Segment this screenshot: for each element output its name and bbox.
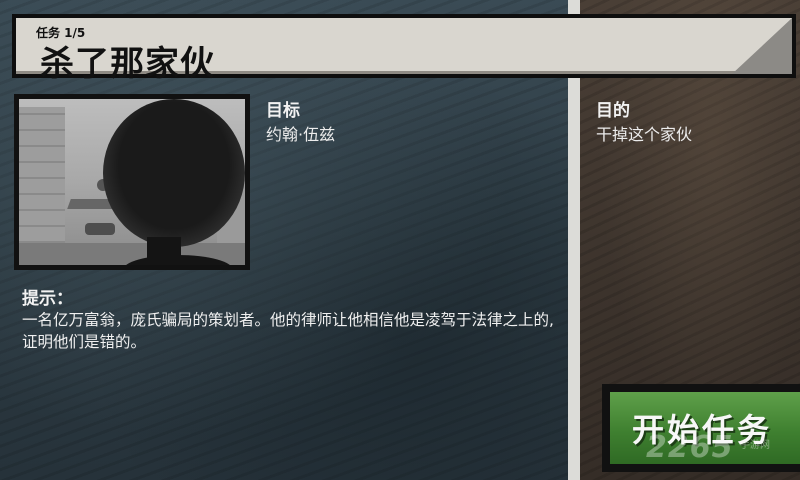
mission-title: 杀了那家伙 [40,44,215,84]
building-left [19,107,65,257]
car-icon [85,223,115,235]
target-name: 约翰·伍兹 [266,125,336,144]
watermark-logo: 2265 [646,430,734,465]
watermark-subtext: 手游网 [740,440,770,451]
target-silhouette-head [103,99,245,247]
hint-label: 提示： [22,289,73,309]
banner-corner-decoration [732,18,792,74]
hint-text: 一名亿万富翁，庞氏骗局的策划者。他的律师让他相信他是凌驾于法律之上的,证明他们是… [22,311,554,351]
title-banner-inner: 任务 1/5 杀了那家伙 [16,18,792,84]
target-portrait [14,94,250,270]
goal-label: 目的 [596,101,630,121]
mission-title-banner: 任务 1/5 杀了那家伙 [12,14,796,84]
portrait-scene [19,99,245,265]
target-label: 目标 [266,101,300,121]
goal-text: 干掉这个家伙 [596,125,693,144]
